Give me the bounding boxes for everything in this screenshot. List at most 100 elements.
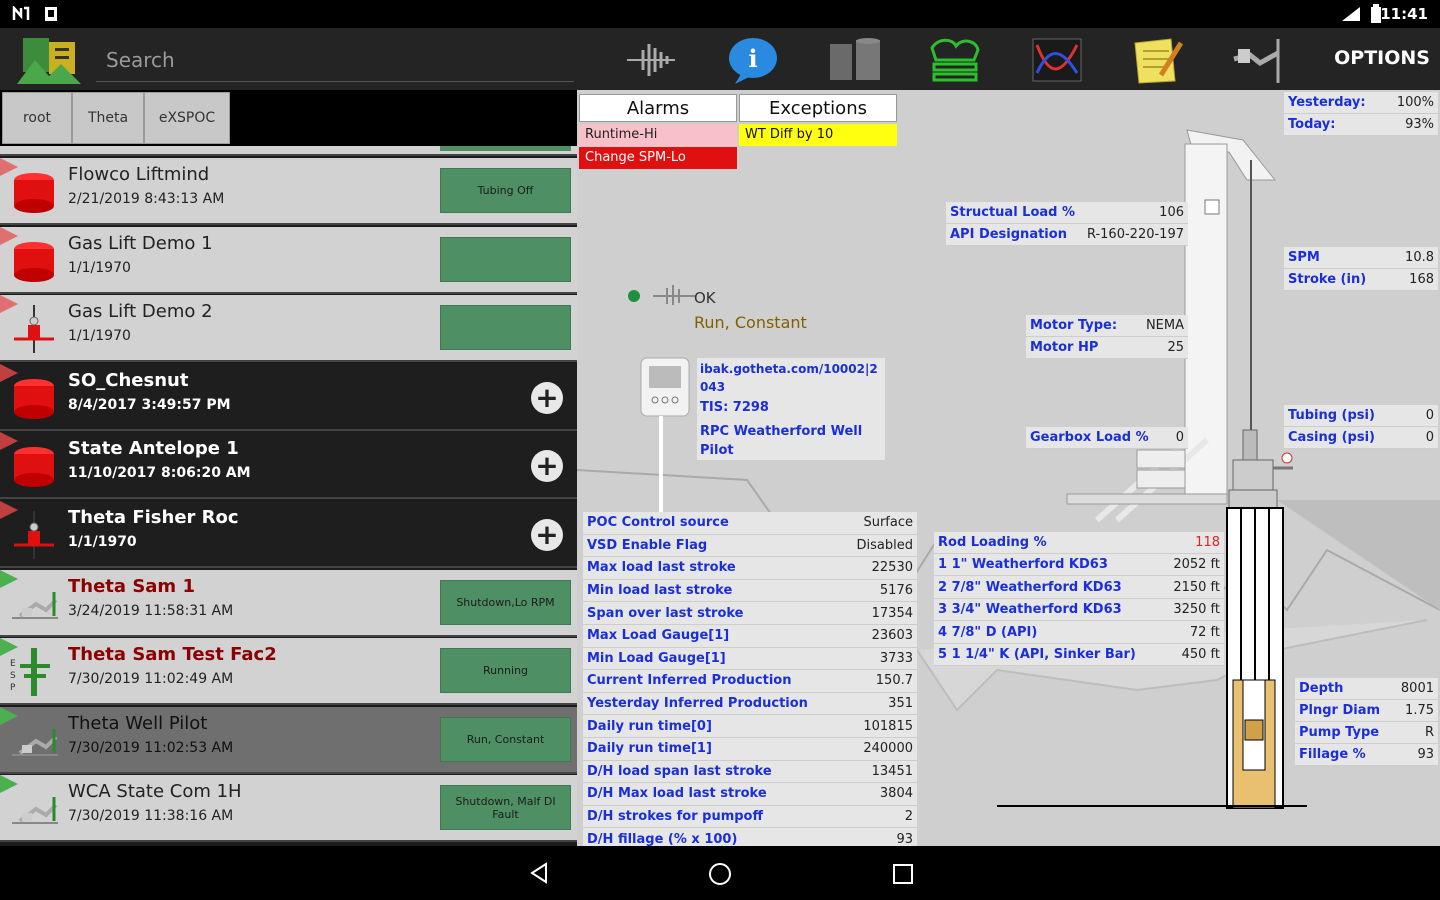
table-row: Current Inferred Production 150.7 bbox=[583, 670, 917, 693]
row-value: 168 bbox=[1409, 272, 1434, 287]
table-row: Tubing (psi) 0 bbox=[1284, 405, 1438, 427]
structural-box: Structual Load % 106 API Designation R-160-… bbox=[946, 202, 1188, 246]
chart-icon[interactable] bbox=[1030, 34, 1084, 86]
well-status-button[interactable] bbox=[440, 236, 571, 282]
well-status-button[interactable]: Running bbox=[440, 648, 571, 694]
options-button[interactable]: OPTIONS bbox=[1334, 47, 1430, 69]
add-well-button[interactable]: + bbox=[531, 519, 563, 551]
well-row[interactable]: SO_Chesnut 8/4/2017 3:49:57 PM + bbox=[0, 363, 577, 431]
home-icon[interactable] bbox=[708, 862, 732, 886]
pump-icon[interactable] bbox=[928, 34, 982, 86]
well-row[interactable]: E S P Theta Sam Test Fac2 7/30/2019 11:02:49… bbox=[0, 638, 577, 706]
well-status-button[interactable]: Run, Constant bbox=[440, 716, 571, 762]
row-value: NEMA bbox=[1145, 318, 1184, 333]
table-row: Yesterday Inferred Production 351 bbox=[583, 693, 917, 716]
table-row: D/H load span last stroke 13451 bbox=[583, 761, 917, 784]
controller-address: ibak.gotheta.com/10002|2043 bbox=[700, 362, 878, 394]
well-row[interactable]: Theta Fisher Roc 1/1/1970 + bbox=[0, 501, 577, 568]
toolbar: i OPTIONS bbox=[0, 28, 1440, 90]
well-name: Theta Fisher Roc bbox=[68, 507, 239, 528]
row-label: Pump Type bbox=[1299, 725, 1380, 740]
rod-label: 2 7/8" Weatherford KD63 bbox=[938, 579, 1122, 595]
table-row: Casing (psi) 0 bbox=[1284, 427, 1438, 449]
well-row[interactable]: Theta Well Pilot 7/30/2019 11:02:53 AM Run… bbox=[0, 706, 577, 774]
row-label: VSD Enable Flag bbox=[587, 537, 708, 553]
well-row[interactable]: Gas Lift Demo 1 1/1/1970 bbox=[0, 226, 577, 294]
row-value: 22530 bbox=[871, 560, 913, 576]
red-cube-icon bbox=[10, 440, 60, 492]
breadcrumb-exspoc[interactable]: eXSPOC bbox=[144, 92, 230, 144]
list-item bbox=[0, 146, 577, 156]
row-label: Max Load Gauge[1] bbox=[587, 628, 730, 644]
rod-row: 2 7/8" Weatherford KD63 2150 ft bbox=[934, 577, 1224, 599]
row-value: 93 bbox=[1417, 747, 1434, 762]
well-status-button[interactable]: Shutdown, Malf DI Fault bbox=[440, 785, 571, 831]
rod-loading-box: Rod Loading % 118 1 1" Weatherford KD63 205… bbox=[934, 532, 1224, 666]
add-well-button[interactable]: + bbox=[531, 450, 563, 483]
rod-row: 3 3/4" Weatherford KD63 3250 ft bbox=[934, 599, 1224, 622]
well-row[interactable]: Flowco Liftmind 2/21/2019 8:43:13 AM Tubin… bbox=[0, 158, 577, 225]
status-bar: 11:41 bbox=[0, 0, 1440, 28]
row-value: 106 bbox=[1159, 205, 1184, 220]
row-label: Motor Type: bbox=[1030, 318, 1118, 333]
rod-loading-header: Rod Loading % 118 bbox=[934, 532, 1224, 554]
well-name: SO_Chesnut bbox=[68, 369, 189, 391]
row-label: API Designation bbox=[950, 227, 1067, 242]
table-row: D/H fillage (% x 100) 93 bbox=[583, 828, 917, 846]
exceptions-header[interactable]: Exceptions bbox=[739, 94, 897, 122]
well-row[interactable]: State Antelope 1 11/10/2017 8:06:20 AM + bbox=[0, 432, 577, 500]
signal-icon[interactable] bbox=[624, 34, 678, 86]
well-name: Flowco Liftmind bbox=[68, 164, 210, 185]
info-icon[interactable]: i bbox=[726, 34, 780, 86]
notes-icon[interactable] bbox=[1130, 34, 1184, 86]
wellhead-icon bbox=[10, 509, 60, 561]
gearbox-box: Gearbox Load % 0 bbox=[1026, 427, 1188, 449]
table-row: Max Load Gauge[1] 23603 bbox=[583, 625, 917, 648]
app-logo-icon[interactable] bbox=[14, 34, 84, 86]
well-name: Gas Lift Demo 2 bbox=[68, 301, 213, 323]
row-label: Yesterday: bbox=[1288, 95, 1366, 110]
tank-icon[interactable] bbox=[828, 34, 882, 86]
wrench-icon[interactable] bbox=[1230, 34, 1284, 86]
controller-info: ibak.gotheta.com/10002|2043 TIS: 7298 RP… bbox=[697, 358, 885, 460]
search-input[interactable] bbox=[96, 38, 574, 82]
well-row[interactable]: Gas Lift Demo 2 1/1/1970 bbox=[0, 295, 577, 363]
well-date: 3/24/2019 11:58:31 AM bbox=[68, 602, 234, 619]
row-label: Motor HP bbox=[1030, 340, 1099, 355]
row-value: 23603 bbox=[871, 628, 913, 644]
table-row: Stroke (in) 168 bbox=[1284, 269, 1438, 291]
back-icon[interactable] bbox=[528, 862, 550, 884]
recents-icon[interactable] bbox=[892, 863, 914, 885]
row-label: D/H load span last stroke bbox=[587, 763, 772, 779]
well-detail-panel: Alarms Exceptions Runtime-Hi Change SPM-… bbox=[577, 90, 1440, 846]
alarm-item: Change SPM-Lo bbox=[579, 147, 737, 169]
well-date: 1/1/1970 bbox=[68, 259, 131, 276]
row-value: 150.7 bbox=[875, 673, 913, 689]
breadcrumb-root[interactable]: root bbox=[2, 92, 72, 144]
row-value: 93 bbox=[896, 831, 913, 846]
well-row[interactable]: Theta Sam 1 3/24/2019 11:58:31 AM Shutdown… bbox=[0, 569, 577, 637]
add-well-button[interactable]: + bbox=[531, 381, 563, 414]
rod-length: 2150 ft bbox=[1173, 579, 1220, 595]
well-name: Theta Sam Test Fac2 bbox=[68, 644, 277, 666]
table-row: Min load last stroke 5176 bbox=[583, 580, 917, 603]
well-date: 1/1/1970 bbox=[68, 534, 137, 550]
pumpjack-icon bbox=[10, 783, 60, 835]
well-status-button[interactable]: Shutdown,Lo RPM bbox=[440, 579, 571, 625]
well-row[interactable]: WCA State Com 1H 7/30/2019 11:38:16 AM Shu… bbox=[0, 775, 577, 843]
well-date: 2/21/2019 8:43:13 AM bbox=[68, 191, 225, 207]
well-status-button[interactable] bbox=[440, 305, 571, 351]
rod-length: 3250 ft bbox=[1173, 602, 1220, 618]
well-status-button[interactable]: Tubing Off bbox=[440, 168, 571, 213]
breadcrumb-theta[interactable]: Theta bbox=[72, 92, 144, 144]
svg-text:i: i bbox=[748, 44, 757, 73]
row-label: Structual Load % bbox=[950, 205, 1076, 220]
row-value: 101815 bbox=[863, 718, 913, 734]
clock: 11:41 bbox=[1380, 5, 1428, 23]
wellhead-icon bbox=[10, 303, 60, 355]
alarms-header[interactable]: Alarms bbox=[579, 94, 737, 122]
row-label: Plngr Diam bbox=[1299, 703, 1381, 718]
row-label: Casing (psi) bbox=[1288, 430, 1375, 445]
svg-text:E: E bbox=[10, 659, 16, 669]
svg-text:S: S bbox=[10, 671, 16, 681]
